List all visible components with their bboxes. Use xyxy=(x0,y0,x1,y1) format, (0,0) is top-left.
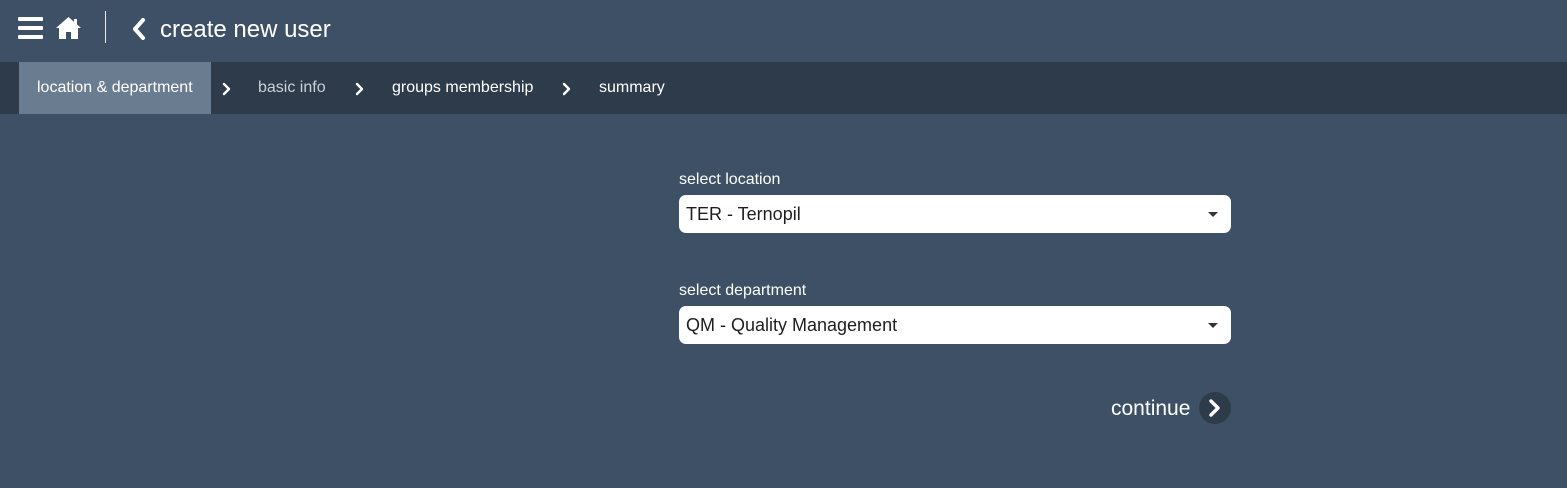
department-select[interactable]: QM - Quality Management xyxy=(679,306,1231,344)
top-header: create new user xyxy=(0,0,1567,62)
department-select-value: QM - Quality Management xyxy=(686,315,898,335)
header-divider xyxy=(105,11,106,43)
chevron-right-icon xyxy=(355,82,364,96)
location-select[interactable]: TER - Ternopil xyxy=(679,195,1231,233)
step-location-department[interactable]: location & department xyxy=(19,62,211,114)
location-label: select location xyxy=(679,171,781,188)
step-basic-info[interactable]: basic info xyxy=(258,62,326,114)
chevron-left-icon[interactable] xyxy=(130,18,148,40)
chevron-right-icon xyxy=(562,82,571,96)
hamburger-menu-icon[interactable] xyxy=(18,17,44,39)
caret-down-icon xyxy=(1208,323,1218,328)
step-summary[interactable]: summary xyxy=(599,62,665,114)
location-select-value: TER - Ternopil xyxy=(686,204,801,224)
continue-button[interactable]: continue xyxy=(1111,392,1231,424)
chevron-right-icon xyxy=(222,82,231,96)
wizard-steps: location & department basic info groups … xyxy=(0,62,1567,114)
step-groups-membership[interactable]: groups membership xyxy=(392,62,533,114)
department-label: select department xyxy=(679,282,807,299)
chevron-right-circle-icon xyxy=(1199,392,1231,424)
page-title: create new user xyxy=(160,16,331,43)
caret-down-icon xyxy=(1208,212,1218,217)
continue-label: continue xyxy=(1111,397,1191,420)
home-icon[interactable] xyxy=(55,16,82,40)
